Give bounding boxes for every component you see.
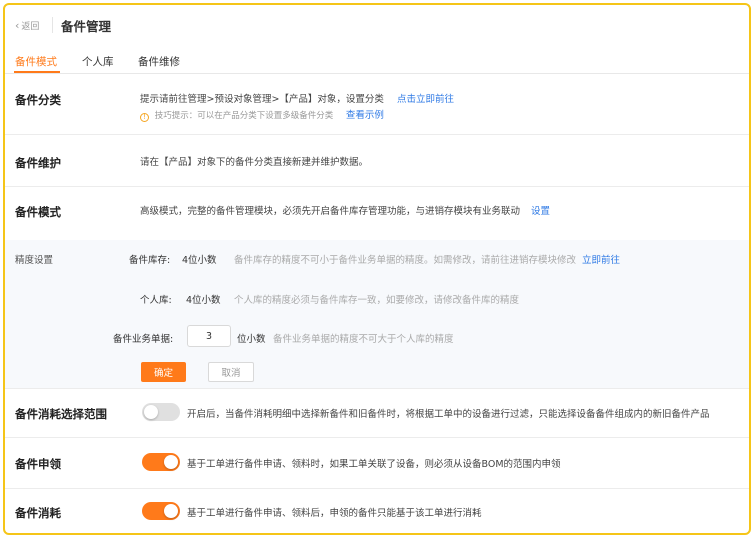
- docs-precision-desc: 备件业务单据的精度不可大于个人库的精度: [273, 334, 454, 345]
- toggle-knob: [164, 504, 178, 518]
- consumption-scope-text: 开启后，当备件消耗明细中选择新备件和旧备件时，将根据工单中的设备进行过滤，只能选…: [187, 409, 710, 420]
- requisition-text: 基于工单进行备件申请、领料时，如果工单关联了设备，则必须从设备BOM的范围内申领: [187, 459, 561, 470]
- active-tab-indicator: [14, 71, 60, 73]
- mode-description: 高级模式，完整的备件管理模块，必须先开启备件库存管理功能，与进销存模块有业务联动: [140, 206, 521, 217]
- tab-bar: 备件模式 个人库 备件维修: [5, 47, 749, 74]
- header-divider: [52, 17, 53, 33]
- consumption-text: 基于工单进行备件申请、领料后，申领的备件只能基于该工单进行消耗: [187, 508, 482, 519]
- confirm-button[interactable]: 确定: [141, 362, 186, 382]
- inventory-precision-value: 4位小数: [182, 255, 217, 266]
- info-icon: !: [140, 113, 149, 122]
- maintenance-label: 备件维护: [15, 156, 61, 170]
- toggle-knob: [144, 405, 158, 419]
- personal-precision-value: 4位小数: [186, 295, 221, 306]
- page-header: ‹ 返回 备件管理: [5, 5, 749, 47]
- divider: [5, 186, 749, 187]
- inventory-goto-link[interactable]: 立即前往: [582, 255, 620, 266]
- category-tip-text: 技巧提示：可以在产品分类下设置多级备件分类: [154, 111, 334, 121]
- divider: [5, 134, 749, 135]
- page-title: 备件管理: [61, 19, 112, 34]
- inventory-precision-label: 备件库存:: [129, 255, 171, 266]
- consumption-scope-label: 备件消耗选择范围: [15, 407, 107, 421]
- settings-panel: ‹ 返回 备件管理 备件模式 个人库 备件维修 备件分类 提示请前往管理>预设对…: [3, 3, 751, 535]
- divider: [5, 388, 749, 389]
- back-label: 返回: [21, 22, 40, 32]
- maintenance-text: 请在【产品】对象下的备件分类直接新建并维护数据。: [140, 157, 369, 168]
- mode-settings-link[interactable]: 设置: [531, 206, 550, 217]
- tab-spare-mode[interactable]: 备件模式: [15, 54, 57, 69]
- back-button[interactable]: ‹ 返回: [15, 19, 39, 32]
- inventory-precision-hint: 备件库存的精度不可小于备件业务单据的精度。如需修改，请前往进销存模块修改: [234, 255, 577, 266]
- docs-precision-unit: 位小数: [237, 334, 266, 345]
- chevron-left-icon: ‹: [15, 19, 20, 32]
- personal-precision-desc: 个人库的精度必须与备件库存一致，如要修改，请修改备件库的精度: [234, 295, 520, 306]
- toggle-knob: [164, 455, 178, 469]
- mode-label: 备件模式: [15, 205, 61, 219]
- mode-text: 高级模式，完整的备件管理模块，必须先开启备件库存管理功能，与进销存模块有业务联动…: [140, 203, 550, 217]
- divider: [5, 437, 749, 438]
- tab-spare-repair[interactable]: 备件维修: [138, 54, 180, 69]
- category-text: 提示请前往管理>预设对象管理>【产品】对象，设置分类 点击立即前往: [140, 91, 454, 105]
- consumption-label: 备件消耗: [15, 506, 61, 520]
- category-goto-link[interactable]: 点击立即前往: [397, 94, 454, 105]
- category-hint: 提示请前往管理>预设对象管理>【产品】对象，设置分类: [140, 94, 384, 105]
- docs-precision-label: 备件业务单据:: [113, 334, 174, 345]
- precision-settings: 精度设置 备件库存: 4位小数 备件库存的精度不可小于备件业务单据的精度。如需修…: [5, 240, 749, 388]
- requisition-toggle[interactable]: [142, 453, 180, 471]
- precision-title: 精度设置: [15, 255, 54, 266]
- category-tip: ! 技巧提示：可以在产品分类下设置多级备件分类 查看示例: [140, 107, 384, 122]
- tab-personal-library[interactable]: 个人库: [82, 54, 114, 69]
- inventory-precision-desc: 备件库存的精度不可小于备件业务单据的精度。如需修改，请前往进销存模块修改 立即前…: [234, 252, 620, 266]
- view-example-link[interactable]: 查看示例: [346, 110, 384, 121]
- cancel-button[interactable]: 取消: [208, 362, 254, 382]
- consumption-toggle[interactable]: [142, 502, 180, 520]
- consumption-scope-toggle[interactable]: [142, 403, 180, 421]
- divider: [5, 488, 749, 489]
- personal-precision-label: 个人库:: [140, 295, 172, 306]
- requisition-label: 备件申领: [15, 457, 61, 471]
- docs-precision-input[interactable]: [187, 325, 231, 347]
- category-label: 备件分类: [15, 93, 61, 107]
